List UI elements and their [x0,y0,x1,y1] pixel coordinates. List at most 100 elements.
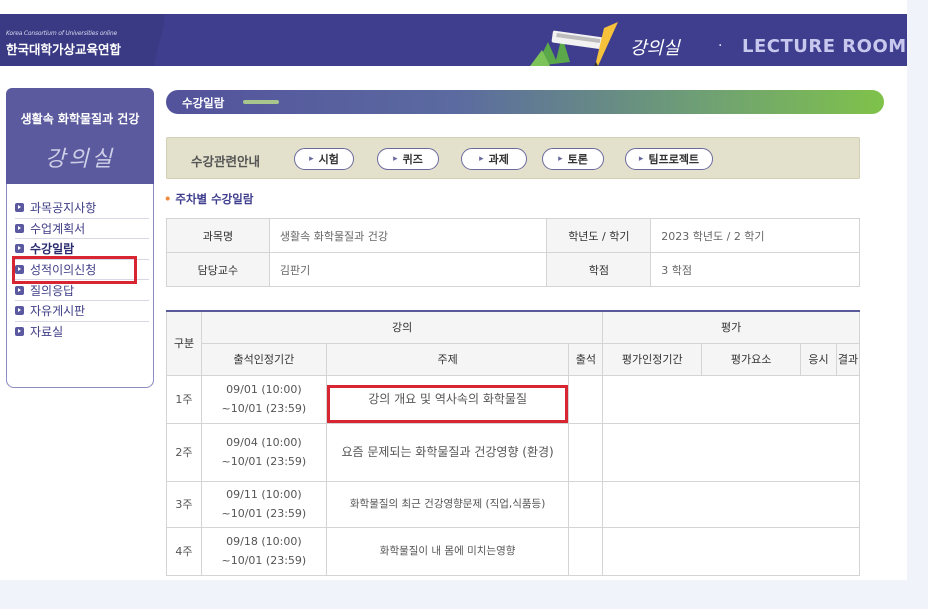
group-header-evaluation: 평가 [602,310,860,344]
course-name-label: 과목명 [166,218,270,253]
col-header-topic: 주제 [325,342,570,376]
arrow-right-icon: ▸ [393,154,398,164]
term-label: 학년도 / 학기 [546,218,652,253]
attendance-cell [568,374,604,424]
evaluation-cell [602,526,860,576]
arrow-bullet-icon [15,203,24,213]
discussion-button[interactable]: ▸ 토론 [542,148,604,170]
arrow-right-icon: ▸ [479,154,484,164]
sidebar-item-label: 질의응답 [30,283,75,298]
course-guide-label: 수강관련안내 [191,154,261,169]
table-row: 담당교수 김판기 학점 3 학점 [166,252,860,287]
table-header-row: 구분 강의 평가 [166,310,860,376]
sidebar-item-syllabus[interactable]: 수업계획서 [15,219,149,240]
banner-title-english: LECTURE ROOM [742,36,907,57]
period-cell: 09/01 (10:00) ~10/01 (23:59) [200,374,327,424]
lecture-table: 구분 강의 평가 출석인정기간 주제 출석 평가인정기간 평가요소 응시 결과 … [166,310,861,576]
pencil-illustration-icon [530,22,618,66]
period-cell: 09/04 (10:00) ~10/01 (23:59) [200,422,327,482]
bullet-dot-icon: • [164,192,172,206]
period-end: ~10/01 (23:59) [221,507,307,520]
period-start: 09/01 (10:00) [226,383,302,396]
topic-link[interactable]: 화학물질의 최근 건강영향문제 (직업,식품등) [325,480,570,528]
button-label: 토론 [567,153,588,166]
week-cell: 1주 [166,374,202,424]
evaluation-cell [602,480,860,528]
banner-title-korean: 강의실 [630,38,680,59]
table-row: 4주 09/18 (10:00) ~10/01 (23:59) 화학물질이 내 몸… [166,526,860,576]
period-end: ~10/01 (23:59) [221,455,307,468]
period-start: 09/11 (10:00) [226,488,302,501]
title-underline [243,100,279,104]
evaluation-cell [602,422,860,482]
attendance-cell [568,526,604,576]
credit-value: 3 학점 [650,252,860,287]
attendance-cell [568,422,604,482]
page-title: 수강일람 [182,96,225,110]
header: Korea Consortium of Universities online … [0,14,907,66]
table-row: 2주 09/04 (10:00) ~10/01 (23:59) 요즘 문제되는 화… [166,422,860,482]
credit-label: 학점 [546,252,652,287]
sidebar-item-label: 수강일람 [30,242,75,257]
arrow-right-icon: ▸ [558,154,563,164]
topic-link[interactable]: 화학물질이 내 몸에 미치는영향 [325,526,570,576]
col-header-eval-period: 평가인정기간 [602,342,703,376]
week-cell: 2주 [166,422,202,482]
topic-link[interactable]: 요즘 문제되는 화학물질과 건강영향 (환경) [325,422,570,482]
arrow-bullet-icon [15,285,24,295]
exam-button[interactable]: ▸ 시험 [294,148,354,170]
period-end: ~10/01 (23:59) [221,402,307,415]
assignment-button[interactable]: ▸ 과제 [461,148,527,170]
classroom-title: 강의실 [45,147,115,172]
quiz-button[interactable]: ▸ 퀴즈 [377,148,439,170]
table-row: 과목명 생활속 화학물질과 건강 학년도 / 학기 2023 학년도 / 2 학… [166,218,860,253]
table-row: 3주 09/11 (10:00) ~10/01 (23:59) 화학물질의 최근 … [166,480,860,528]
period-cell: 09/11 (10:00) ~10/01 (23:59) [200,480,327,528]
col-header-eval-item: 평가요소 [701,342,802,376]
sidebar-item-label: 과목공지사항 [30,201,97,216]
section-title: • 주차별 수강일람 [164,191,253,207]
col-header-period: 출석인정기간 [200,342,327,376]
sidebar-item-notice[interactable]: 과목공지사항 [15,198,149,219]
sidebar-item-free-board[interactable]: 자유게시판 [15,301,149,322]
arrow-right-icon: ▸ [638,154,644,164]
period-end: ~10/01 (23:59) [221,554,307,567]
evaluation-cell [602,374,860,424]
col-header-attendance: 출석 [568,342,604,376]
logo-subtitle: Korea Consortium of Universities online [6,30,117,37]
sidebar-item-label: 자유게시판 [30,304,86,319]
term-value: 2023 학년도 / 2 학기 [650,218,860,253]
course-name-value: 생활속 화학물질과 건강 [268,218,548,253]
highlight-box-menu [12,256,137,284]
logo-title: 한국대학가상교육연합 [6,42,122,57]
sidebar-menu: 과목공지사항 수업계획서 수강일람 성적이의신청 질의응답 자유게시판 자료실 [6,184,154,388]
button-label: 퀴즈 [402,153,423,166]
button-label: 팀프로젝트 [648,153,700,166]
table-header-row: 출석인정기간 주제 출석 평가인정기간 평가요소 응시 결과 [167,342,861,376]
section-title-text: 주차별 수강일람 [175,192,254,206]
team-project-button[interactable]: ▸ 팀프로젝트 [625,148,713,170]
professor-label: 담당교수 [166,252,270,287]
arrow-bullet-icon [15,244,24,254]
consortium-logo[interactable]: Korea Consortium of Universities online … [0,14,164,66]
sidebar-item-archive[interactable]: 자료실 [15,322,149,343]
week-cell: 4주 [166,526,202,576]
arrow-right-icon: ▸ [309,154,314,164]
col-header-result: 결과 [835,342,861,376]
sidebar-item-label: 자료실 [30,325,64,340]
group-header-lecture: 강의 [200,310,604,344]
sidebar-item-label: 수업계획서 [30,221,86,236]
course-guide-box: 수강관련안내 ▸ 시험 ▸ 퀴즈 ▸ 과제 ▸ 토론 ▸ 팀프로젝트 [166,137,860,179]
arrow-bullet-icon [15,223,24,233]
page-title-bar: 수강일람 [166,90,884,114]
col-header-section: 구분 [166,310,202,376]
button-label: 과제 [488,153,509,166]
banner-separator: · [718,38,723,54]
col-header-take: 응시 [800,342,837,376]
sidebar: 생활속 화학물질과 건강 강의실 과목공지사항 수업계획서 수강일람 성적이의신… [6,88,154,394]
attendance-cell [568,480,604,528]
course-title: 생활속 화학물질과 건강 [20,112,140,126]
sidebar-header: 생활속 화학물질과 건강 강의실 [6,88,154,184]
arrow-bullet-icon [15,306,24,316]
highlight-box-topic [327,385,568,423]
